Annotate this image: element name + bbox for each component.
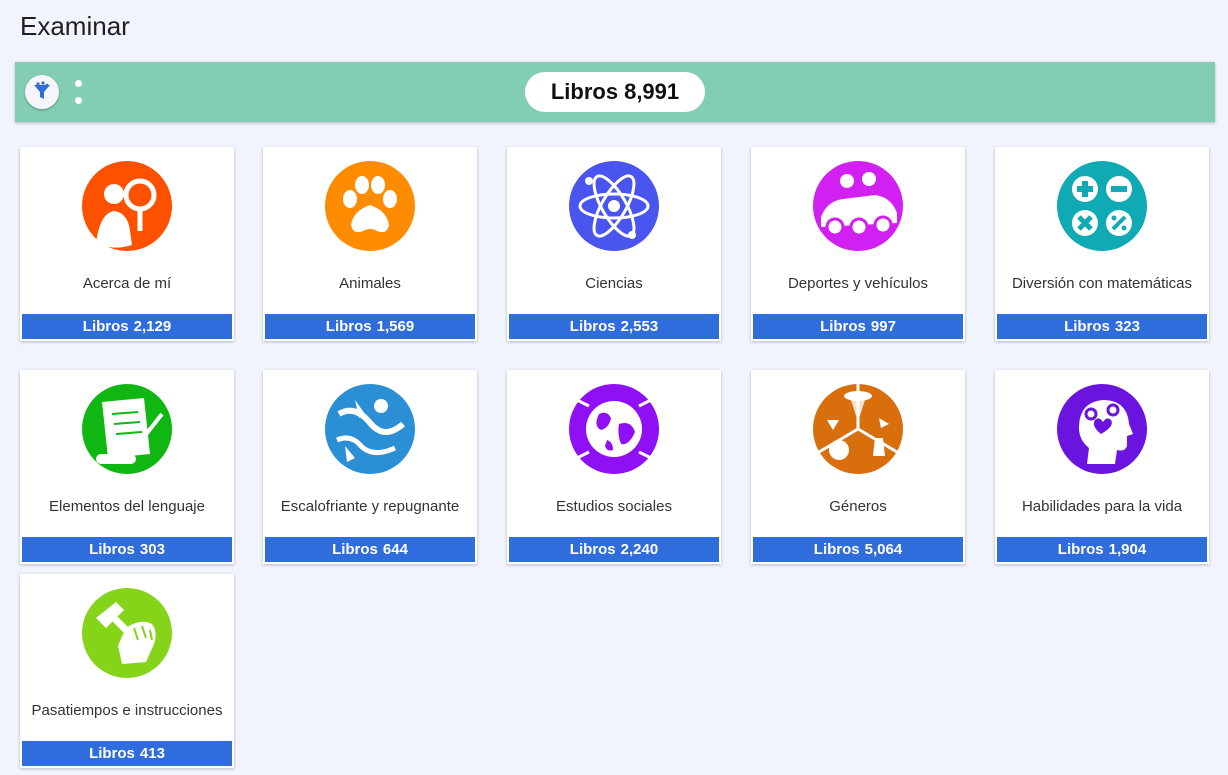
count-value: 5,064 — [864, 541, 903, 558]
category-card-acerca-de-mi[interactable]: Acerca de mí Libros 2,129 — [20, 147, 234, 341]
atom-icon — [569, 161, 659, 251]
category-label: Escalofriante y repugnante — [280, 497, 460, 515]
category-card-estudios-sociales[interactable]: Estudios sociales Libros 2,240 — [507, 370, 721, 564]
category-label: Estudios sociales — [556, 497, 672, 515]
count-label: Libros — [325, 318, 372, 335]
count-value: 2,240 — [620, 541, 659, 558]
category-card-ciencias[interactable]: Ciencias Libros 2,553 — [507, 147, 721, 341]
more-options-button[interactable] — [71, 80, 85, 104]
count-label: Libros — [820, 318, 866, 335]
count-value: 1,569 — [376, 318, 415, 335]
category-count-badge: Libros 2,129 — [22, 314, 232, 339]
math-operators-icon — [1057, 161, 1147, 251]
filter-icon — [34, 81, 50, 99]
count-label: Libros — [1064, 318, 1110, 335]
filter-button[interactable] — [25, 75, 59, 109]
category-label: Deportes y vehículos — [787, 274, 929, 292]
category-label: Animales — [339, 274, 401, 292]
toolbar: Libros 8,991 — [15, 62, 1215, 122]
count-label: Libros — [332, 541, 378, 558]
genres-icon — [813, 384, 903, 474]
category-count-badge: Libros 2,240 — [509, 537, 719, 562]
category-count-badge: Libros 303 — [22, 537, 232, 562]
total-books-label: Libros — [550, 79, 619, 104]
category-count-badge: Libros 413 — [22, 741, 232, 766]
category-count-badge: Libros 5,064 — [753, 537, 963, 562]
category-label: Géneros — [829, 497, 887, 515]
category-count-badge: Libros 1,904 — [997, 537, 1207, 562]
category-label: Pasatiempos e instrucciones — [31, 701, 223, 719]
count-value: 303 — [139, 541, 165, 558]
category-card-diversion-con-matematicas[interactable]: Diversión con matemáticas Libros 323 — [995, 147, 1209, 341]
total-books-badge: Libros 8,991 — [525, 72, 705, 112]
more-options-dot — [74, 80, 82, 87]
category-card-pasatiempos-e-instrucciones[interactable]: Pasatiempos e instrucciones Libros 413 — [20, 574, 234, 768]
category-count-badge: Libros 644 — [265, 537, 475, 562]
count-label: Libros — [1057, 541, 1104, 558]
category-card-elementos-del-lenguaje[interactable]: Elementos del lenguaje Libros 303 — [20, 370, 234, 564]
hammer-fist-icon — [82, 588, 172, 678]
more-options-dot — [74, 97, 82, 104]
category-label: Ciencias — [585, 274, 643, 292]
category-card-escalofriante-y-repugnante[interactable]: Escalofriante y repugnante Libros 644 — [263, 370, 477, 564]
count-label: Libros — [569, 318, 616, 335]
count-value: 1,904 — [1108, 541, 1147, 558]
category-count-badge: Libros 1,569 — [265, 314, 475, 339]
category-card-generos[interactable]: Géneros Libros 5,064 — [751, 370, 965, 564]
paw-icon — [325, 161, 415, 251]
category-card-habilidades-para-la-vida[interactable]: Habilidades para la vida Libros 1,904 — [995, 370, 1209, 564]
creepy-figure-icon — [325, 384, 415, 474]
count-label: Libros — [813, 541, 860, 558]
category-count-badge: Libros 323 — [997, 314, 1207, 339]
person-magnifier-icon — [82, 161, 172, 251]
count-value: 323 — [1114, 318, 1140, 335]
count-value: 997 — [870, 318, 896, 335]
count-label: Libros — [89, 541, 135, 558]
category-count-badge: Libros 2,553 — [509, 314, 719, 339]
count-label: Libros — [82, 318, 129, 335]
count-value: 413 — [139, 745, 165, 762]
total-books-count: 8,991 — [624, 79, 680, 104]
count-label: Libros — [89, 745, 135, 762]
category-label: Elementos del lenguaje — [49, 497, 205, 515]
category-label: Acerca de mí — [82, 274, 172, 292]
race-car-icon — [813, 161, 903, 251]
category-card-animales[interactable]: Animales Libros 1,569 — [263, 147, 477, 341]
count-value: 2,553 — [620, 318, 659, 335]
head-heart-gears-icon — [1057, 384, 1147, 474]
scroll-quill-icon — [82, 384, 172, 474]
category-label: Diversión con matemáticas — [1011, 274, 1193, 292]
category-card-deportes-y-vehiculos[interactable]: Deportes y vehículos Libros 997 — [751, 147, 965, 341]
category-count-badge: Libros 997 — [753, 314, 963, 339]
globe-icon — [569, 384, 659, 474]
count-value: 2,129 — [133, 318, 172, 335]
category-label: Habilidades para la vida — [1021, 497, 1183, 515]
count-value: 644 — [382, 541, 408, 558]
count-label: Libros — [569, 541, 616, 558]
page-title: Examinar — [20, 11, 130, 41]
